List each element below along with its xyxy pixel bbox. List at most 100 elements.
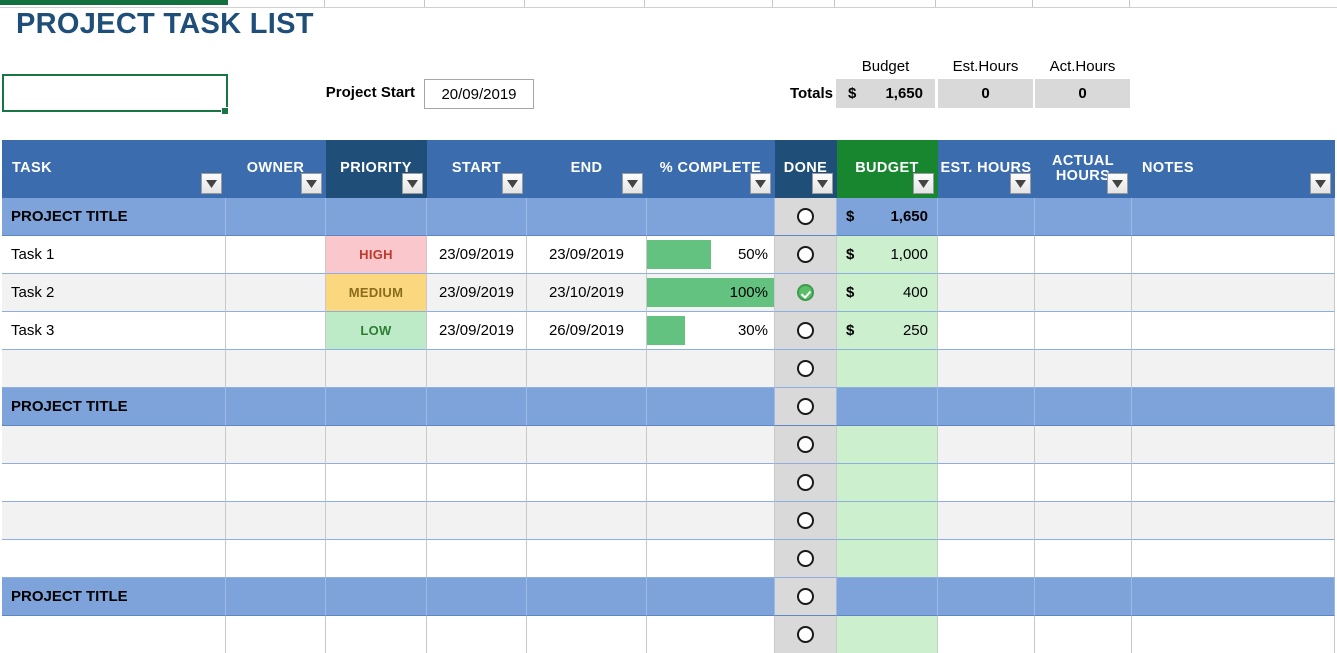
est-hours-cell[interactable] [938,540,1035,578]
table-row[interactable] [2,502,1335,540]
table-row[interactable]: Task 1 HIGH 23/09/2019 23/09/2019 50% $1,000 [2,236,1335,274]
done-checkbox-cell[interactable] [775,198,837,236]
end-cell[interactable] [527,540,647,578]
est-hours-cell[interactable] [938,502,1035,540]
end-cell[interactable]: 23/09/2019 [527,236,647,274]
done-unchecked-icon[interactable] [797,588,814,605]
notes-cell[interactable] [1132,616,1335,653]
owner-cell[interactable] [226,198,326,236]
done-checkbox-cell[interactable] [775,616,837,653]
owner-cell[interactable] [226,274,326,312]
done-checkbox-cell[interactable] [775,388,837,426]
budget-cell[interactable]: $400 [837,274,938,312]
end-cell[interactable] [527,578,647,616]
priority-cell[interactable] [326,350,427,388]
actual-hours-cell[interactable] [1035,312,1132,350]
start-cell[interactable] [427,388,527,426]
notes-cell[interactable] [1132,578,1335,616]
priority-cell[interactable] [326,502,427,540]
done-checkbox-cell[interactable] [775,540,837,578]
task-cell[interactable] [2,540,226,578]
table-row[interactable] [2,540,1335,578]
start-cell[interactable] [427,578,527,616]
done-checkbox-cell[interactable] [775,464,837,502]
task-cell[interactable]: Task 1 [2,236,226,274]
budget-cell[interactable] [837,578,938,616]
budget-cell[interactable] [837,350,938,388]
owner-cell[interactable] [226,312,326,350]
est-hours-cell[interactable] [938,198,1035,236]
est-hours-cell[interactable] [938,236,1035,274]
percent-complete-cell[interactable] [647,350,775,388]
filter-dropdown-icon[interactable] [750,173,771,194]
priority-cell[interactable] [326,578,427,616]
notes-cell[interactable] [1132,274,1335,312]
column-header-actual-hours[interactable]: ACTUAL HOURS [1035,140,1132,198]
percent-complete-cell[interactable]: 50% [647,236,775,274]
notes-cell[interactable] [1132,350,1335,388]
done-checkbox-cell[interactable] [775,578,837,616]
notes-cell[interactable] [1132,198,1335,236]
actual-hours-cell[interactable] [1035,236,1132,274]
column-header-budget[interactable]: BUDGET [837,140,938,198]
task-cell[interactable]: PROJECT TITLE [2,198,226,236]
start-cell[interactable]: 23/09/2019 [427,312,527,350]
selection-fill-handle[interactable] [221,107,229,115]
table-row[interactable]: Task 2 MEDIUM 23/09/2019 23/10/2019 100% $400 [2,274,1335,312]
start-cell[interactable]: 23/09/2019 [427,274,527,312]
priority-cell[interactable] [326,198,427,236]
column-header-owner[interactable]: OWNER [226,140,326,198]
notes-cell[interactable] [1132,388,1335,426]
owner-cell[interactable] [226,616,326,653]
percent-complete-cell[interactable] [647,464,775,502]
percent-complete-cell[interactable] [647,426,775,464]
owner-cell[interactable] [226,502,326,540]
priority-cell[interactable] [326,540,427,578]
actual-hours-cell[interactable] [1035,274,1132,312]
done-checkbox-cell[interactable] [775,426,837,464]
est-hours-cell[interactable] [938,350,1035,388]
priority-cell[interactable]: MEDIUM [326,274,427,312]
end-cell[interactable] [527,350,647,388]
percent-complete-cell[interactable]: 100% [647,274,775,312]
done-checkbox-cell[interactable] [775,236,837,274]
task-cell[interactable] [2,426,226,464]
task-cell[interactable] [2,616,226,653]
priority-cell[interactable] [326,388,427,426]
est-hours-cell[interactable] [938,312,1035,350]
column-header-priority[interactable]: PRIORITY [326,140,427,198]
table-row[interactable] [2,616,1335,653]
done-unchecked-icon[interactable] [797,398,814,415]
budget-cell[interactable] [837,388,938,426]
actual-hours-cell[interactable] [1035,502,1132,540]
task-cell[interactable] [2,464,226,502]
end-cell[interactable] [527,198,647,236]
filter-dropdown-icon[interactable] [913,173,934,194]
actual-hours-cell[interactable] [1035,464,1132,502]
done-unchecked-icon[interactable] [797,626,814,643]
priority-cell[interactable]: LOW [326,312,427,350]
done-checkbox-cell[interactable] [775,312,837,350]
notes-cell[interactable] [1132,312,1335,350]
end-cell[interactable]: 26/09/2019 [527,312,647,350]
percent-complete-cell[interactable] [647,388,775,426]
done-unchecked-icon[interactable] [797,246,814,263]
est-hours-cell[interactable] [938,274,1035,312]
filter-dropdown-icon[interactable] [812,173,833,194]
percent-complete-cell[interactable] [647,198,775,236]
notes-cell[interactable] [1132,464,1335,502]
filter-dropdown-icon[interactable] [1010,173,1031,194]
table-row[interactable]: Task 3 LOW 23/09/2019 26/09/2019 30% $250 [2,312,1335,350]
owner-cell[interactable] [226,426,326,464]
est-hours-cell[interactable] [938,464,1035,502]
budget-cell[interactable] [837,464,938,502]
filter-dropdown-icon[interactable] [402,173,423,194]
actual-hours-cell[interactable] [1035,198,1132,236]
est-hours-cell[interactable] [938,578,1035,616]
done-unchecked-icon[interactable] [797,208,814,225]
owner-cell[interactable] [226,578,326,616]
budget-cell[interactable] [837,540,938,578]
done-checkbox-cell[interactable] [775,502,837,540]
percent-complete-cell[interactable] [647,616,775,653]
owner-cell[interactable] [226,388,326,426]
